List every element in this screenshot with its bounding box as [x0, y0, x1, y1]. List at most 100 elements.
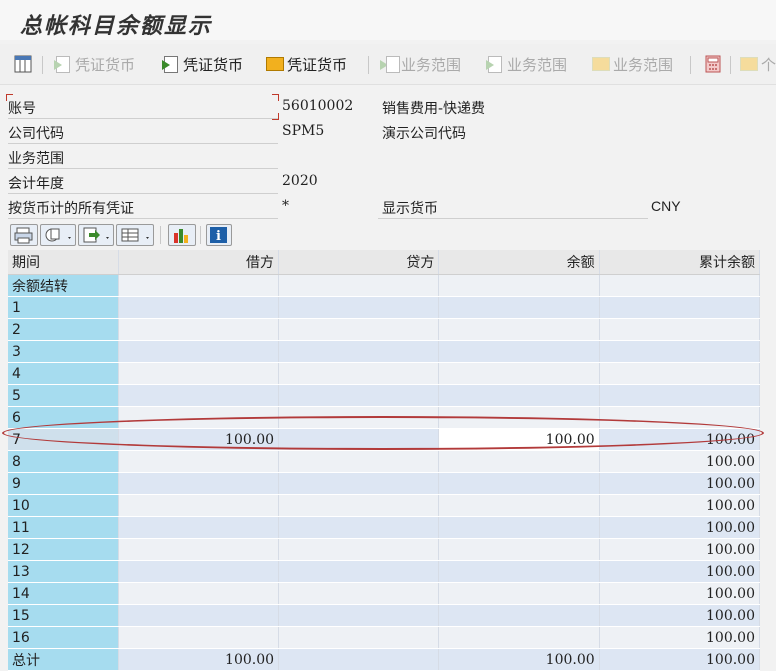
debit-cell[interactable] — [118, 384, 280, 407]
debit-cell[interactable] — [118, 626, 280, 649]
total-row[interactable]: 总计 100.00 100.00 100.00 — [8, 648, 761, 671]
calculator-button[interactable] — [704, 52, 725, 76]
credit-cell[interactable] — [278, 450, 440, 473]
balance-cell[interactable] — [438, 318, 600, 341]
cumulative-cell[interactable]: 100.00 — [599, 560, 761, 583]
cumulative-cell[interactable]: 100.00 — [599, 582, 761, 605]
fiscal-year-value[interactable]: 2020 — [282, 173, 318, 189]
business-area-button-2[interactable]: 业务范围 — [486, 52, 567, 76]
balance-cell[interactable] — [438, 406, 600, 429]
balance-cell[interactable] — [438, 538, 600, 561]
table-row[interactable]: 11 100.00 — [8, 516, 761, 539]
credit-cell[interactable] — [278, 516, 440, 539]
table-row[interactable]: 9 100.00 — [8, 472, 761, 495]
table-row[interactable]: 7 100.00 100.00 100.00 — [8, 428, 761, 451]
table-row[interactable]: 4 — [8, 362, 761, 385]
credit-cell[interactable] — [278, 472, 440, 495]
period-cell[interactable]: 12 — [8, 538, 119, 561]
display-layout-button[interactable] — [14, 52, 35, 76]
balance-cell[interactable] — [438, 384, 600, 407]
cumulative-cell[interactable] — [599, 340, 761, 363]
period-cell[interactable]: 15 — [8, 604, 119, 627]
balance-cell[interactable]: 100.00 — [438, 428, 600, 451]
doc-currency-button-2[interactable]: 凭证货币 — [162, 52, 243, 76]
period-cell[interactable]: 11 — [8, 516, 119, 539]
cumulative-cell[interactable]: 100.00 — [599, 428, 761, 451]
table-row[interactable]: 14 100.00 — [8, 582, 761, 605]
credit-cell[interactable] — [278, 582, 440, 605]
debit-header[interactable]: 借方 — [118, 250, 280, 275]
balance-cell[interactable] — [438, 362, 600, 385]
credit-cell[interactable] — [278, 560, 440, 583]
period-header[interactable]: 期间 — [8, 250, 119, 275]
period-cell[interactable]: 16 — [8, 626, 119, 649]
cumulative-cell[interactable]: 100.00 — [599, 450, 761, 473]
period-cell[interactable]: 8 — [8, 450, 119, 473]
debit-cell[interactable] — [118, 516, 280, 539]
debit-cell[interactable] — [118, 604, 280, 627]
debit-cell[interactable] — [118, 472, 280, 495]
period-cell[interactable]: 6 — [8, 406, 119, 429]
display-currency-value[interactable]: CNY — [651, 198, 681, 214]
period-cell[interactable]: 9 — [8, 472, 119, 495]
debit-cell[interactable] — [118, 340, 280, 363]
balance-cell[interactable] — [438, 516, 600, 539]
doc-currency-button-1[interactable]: 凭证货币 — [54, 52, 135, 76]
cumulative-cell[interactable]: 100.00 — [599, 516, 761, 539]
table-row[interactable]: 余额结转 — [8, 274, 761, 297]
credit-header[interactable]: 贷方 — [278, 250, 440, 275]
period-cell[interactable]: 4 — [8, 362, 119, 385]
cumulative-cell[interactable]: 100.00 — [599, 472, 761, 495]
credit-cell[interactable] — [278, 274, 440, 297]
cumulative-cell[interactable]: 100.00 — [599, 648, 761, 671]
balance-cell[interactable] — [438, 494, 600, 517]
business-area-button-1[interactable]: 业务范围 — [380, 52, 461, 76]
period-cell[interactable]: 总计 — [8, 648, 119, 671]
cumulative-cell[interactable]: 100.00 — [599, 494, 761, 517]
balance-cell[interactable] — [438, 604, 600, 627]
debit-cell[interactable] — [118, 582, 280, 605]
cumulative-cell[interactable] — [599, 384, 761, 407]
credit-cell[interactable] — [278, 362, 440, 385]
balance-cell[interactable] — [438, 582, 600, 605]
print-button[interactable] — [10, 224, 38, 246]
period-cell[interactable]: 7 — [8, 428, 119, 451]
period-cell[interactable]: 13 — [8, 560, 119, 583]
balance-header[interactable]: 余额 — [438, 250, 600, 275]
credit-cell[interactable] — [278, 406, 440, 429]
table-row[interactable]: 5 — [8, 384, 761, 407]
debit-cell[interactable]: 100.00 — [118, 648, 280, 671]
doc-currency-button-3[interactable]: 凭证货币 — [266, 52, 347, 76]
debit-cell[interactable] — [118, 318, 280, 341]
credit-cell[interactable] — [278, 494, 440, 517]
balance-cell[interactable] — [438, 560, 600, 583]
table-row[interactable]: 10 100.00 — [8, 494, 761, 517]
info-button[interactable]: i — [206, 224, 232, 246]
period-cell[interactable]: 14 — [8, 582, 119, 605]
view-button[interactable] — [40, 224, 76, 246]
table-row[interactable]: 16 100.00 — [8, 626, 761, 649]
table-row[interactable]: 3 — [8, 340, 761, 363]
debit-cell[interactable]: 100.00 — [118, 428, 280, 451]
table-row[interactable]: 12 100.00 — [8, 538, 761, 561]
credit-cell[interactable] — [278, 296, 440, 319]
period-cell[interactable]: 5 — [8, 384, 119, 407]
export-button[interactable] — [78, 224, 114, 246]
period-cell[interactable]: 余额结转 — [8, 274, 119, 297]
credit-cell[interactable] — [278, 318, 440, 341]
balance-cell[interactable] — [438, 450, 600, 473]
credit-cell[interactable] — [278, 604, 440, 627]
cumulative-cell[interactable] — [599, 274, 761, 297]
credit-cell[interactable] — [278, 384, 440, 407]
table-row[interactable]: 8 100.00 — [8, 450, 761, 473]
cumulative-cell[interactable] — [599, 406, 761, 429]
debit-cell[interactable] — [118, 450, 280, 473]
balance-cell[interactable] — [438, 472, 600, 495]
period-cell[interactable]: 10 — [8, 494, 119, 517]
credit-cell[interactable] — [278, 538, 440, 561]
debit-cell[interactable] — [118, 274, 280, 297]
debit-cell[interactable] — [118, 494, 280, 517]
debit-cell[interactable] — [118, 538, 280, 561]
debit-cell[interactable] — [118, 296, 280, 319]
balance-cell[interactable] — [438, 626, 600, 649]
